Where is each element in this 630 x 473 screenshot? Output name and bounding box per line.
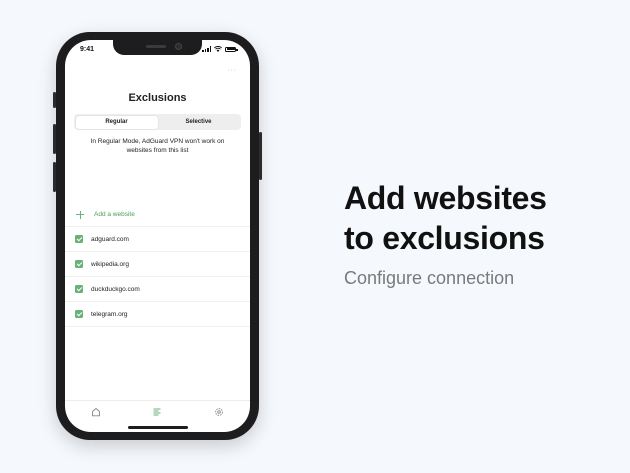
status-icons: [202, 46, 238, 52]
phone-screen: 9:41 ··· Exclusions Regular Selective In…: [65, 40, 250, 432]
subheadline: Configure connection: [344, 268, 515, 288]
list-item[interactable]: duckduckgo.com: [65, 277, 250, 302]
add-website-button[interactable]: Add a website: [65, 203, 250, 227]
tab-exclusions[interactable]: [152, 407, 162, 417]
tab-home[interactable]: [91, 407, 101, 417]
volume-up-button: [53, 124, 56, 154]
wifi-icon: [214, 46, 222, 52]
checkbox-checked-icon[interactable]: [75, 310, 83, 318]
page-title: Exclusions: [128, 92, 187, 104]
tab-settings[interactable]: [214, 407, 224, 417]
checkbox-checked-icon[interactable]: [75, 235, 83, 243]
status-time: 9:41: [80, 46, 95, 53]
headline-line-2: to exclusions: [344, 220, 545, 256]
website-label: duckduckgo.com: [91, 285, 140, 293]
notch: [113, 40, 202, 55]
website-label: telegram.org: [91, 310, 128, 318]
mode-segmented-control: Regular Selective: [74, 114, 241, 130]
list-item[interactable]: telegram.org: [65, 302, 250, 327]
list-item[interactable]: adguard.com: [65, 227, 250, 252]
battery-icon: [225, 46, 238, 52]
home-indicator: [128, 426, 188, 429]
checkbox-checked-icon[interactable]: [75, 260, 83, 268]
list-item[interactable]: wikipedia.org: [65, 252, 250, 277]
headline-line-1: Add websites: [344, 180, 547, 216]
segment-regular[interactable]: Regular: [75, 115, 158, 129]
power-button: [259, 132, 262, 180]
phone-mockup: 9:41 ··· Exclusions Regular Selective In…: [53, 32, 262, 440]
mute-switch: [53, 92, 56, 108]
volume-down-button: [53, 162, 56, 192]
website-list: adguard.com wikipedia.org duckduckgo.com…: [65, 227, 250, 327]
camera: [175, 43, 182, 50]
more-options-icon[interactable]: ···: [228, 67, 237, 74]
home-icon: [91, 408, 100, 417]
exclusions-list-icon: [153, 408, 161, 416]
segment-selective[interactable]: Selective: [158, 116, 240, 129]
signal-icon: [202, 46, 211, 52]
add-website-label: Add a website: [94, 211, 135, 218]
website-label: adguard.com: [91, 235, 129, 243]
speaker: [146, 45, 166, 48]
website-label: wikipedia.org: [91, 260, 129, 268]
plus-icon: [76, 210, 84, 219]
headline: Add websites to exclusions: [344, 178, 547, 258]
gear-icon: [215, 408, 223, 416]
checkbox-checked-icon[interactable]: [75, 285, 83, 293]
mode-description: In Regular Mode, AdGuard VPN won't work …: [90, 138, 225, 154]
